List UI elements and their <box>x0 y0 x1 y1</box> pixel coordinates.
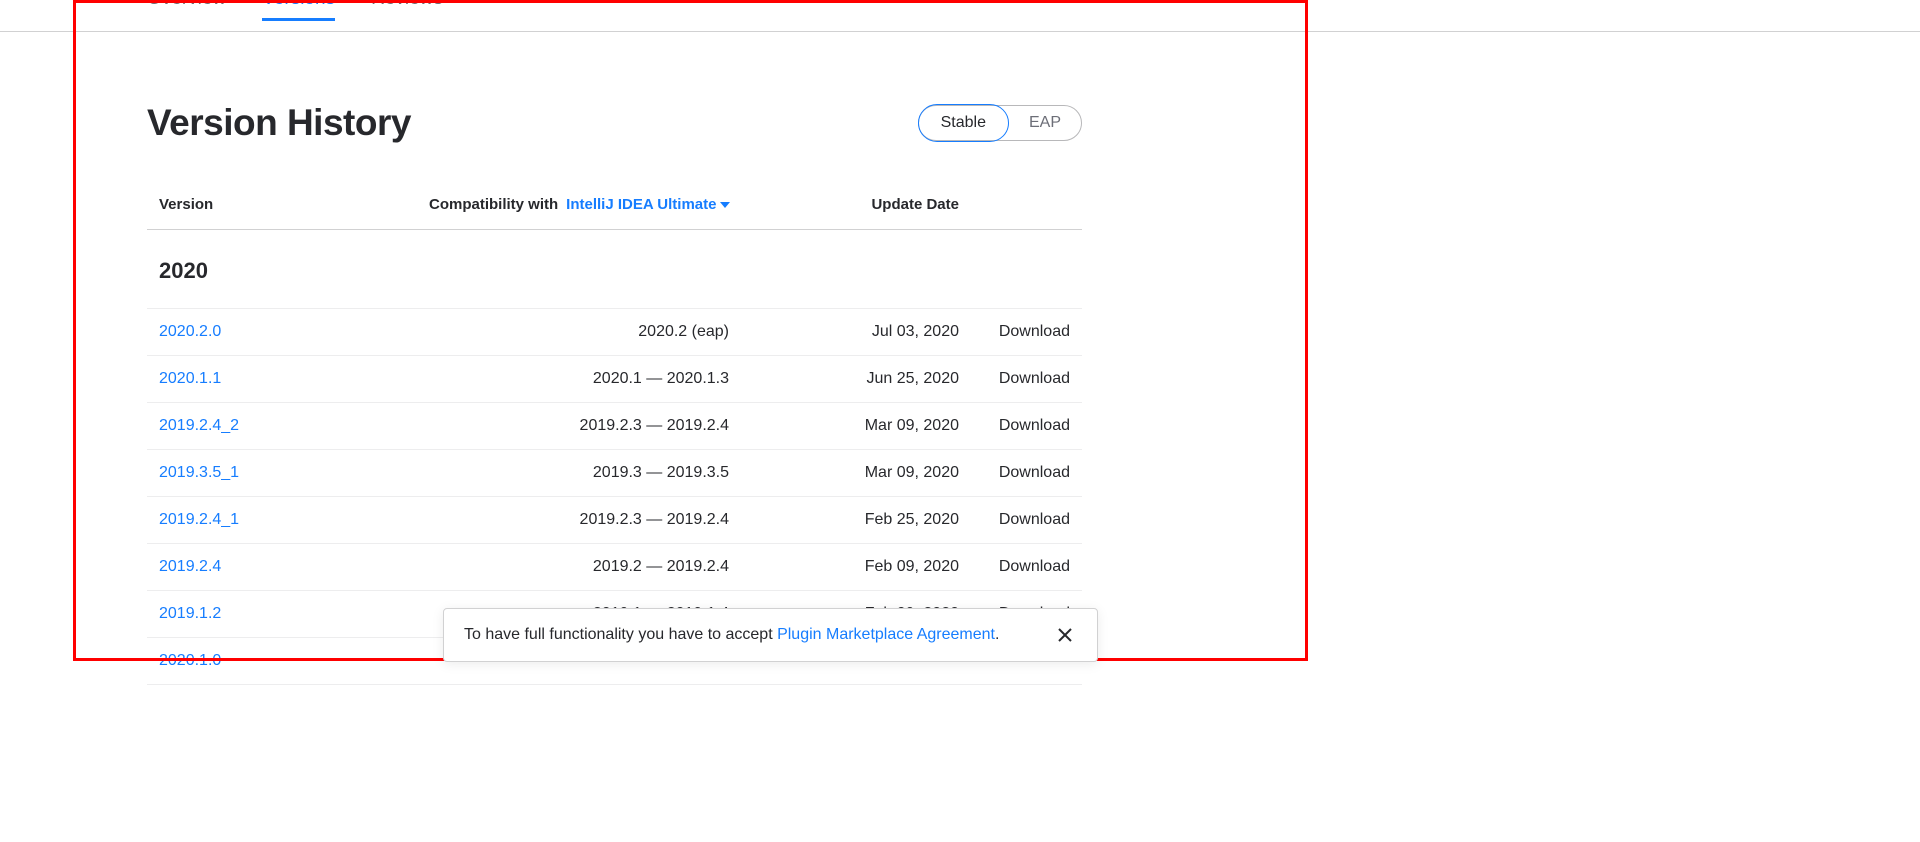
tabs: Overview Versions Reviews <box>0 0 1920 32</box>
table-row: 2019.2.4_2 2019.2.3 — 2019.2.4Mar 09, 202… <box>147 403 1082 450</box>
date-cell: Feb 25, 2020 <box>759 511 969 529</box>
table-row: 2019.3.5_1 2019.3 — 2019.3.5Mar 09, 2020 D… <box>147 450 1082 497</box>
compatibility-cell: 2019.2 — 2019.2.4 <box>429 558 759 576</box>
channel-toggle: Stable EAP <box>918 105 1082 141</box>
download-link[interactable]: Download <box>999 417 1070 434</box>
download-link[interactable]: Download <box>999 323 1070 340</box>
year-group: 2020 <box>147 230 1082 309</box>
page-title: Version History <box>147 102 411 144</box>
toggle-stable[interactable]: Stable <box>918 104 1009 142</box>
product-selector[interactable]: IntelliJ IDEA Ultimate <box>566 196 730 213</box>
version-link[interactable]: 2020.2.0 <box>159 323 221 340</box>
table-row: 2019.2.4 2019.2 — 2019.2.4Feb 09, 2020 Dow… <box>147 544 1082 591</box>
compatibility-cell: 2020.1 — 2020.1.3 <box>429 370 759 388</box>
download-link[interactable]: Download <box>999 558 1070 575</box>
compatibility-cell: 2020.2 (eap) <box>429 323 759 341</box>
banner-text-suffix: . <box>995 626 999 643</box>
date-cell: Mar 09, 2020 <box>759 464 969 482</box>
date-cell: Jul 03, 2020 <box>759 323 969 341</box>
tab-overview[interactable]: Overview <box>147 0 226 21</box>
th-compatibility: Compatibility with IntelliJ IDEA Ultimat… <box>429 196 759 213</box>
compatibility-cell: 2019.3 — 2019.3.5 <box>429 464 759 482</box>
close-icon[interactable] <box>1053 623 1077 647</box>
date-cell: Jun 25, 2020 <box>759 370 969 388</box>
banner-message: To have full functionality you have to a… <box>464 626 999 644</box>
tab-versions[interactable]: Versions <box>262 0 335 21</box>
th-version: Version <box>159 196 429 213</box>
download-link[interactable]: Download <box>999 464 1070 481</box>
version-link[interactable]: 2020.1.0 <box>159 652 221 669</box>
compatibility-cell: 2019.2.3 — 2019.2.4 <box>429 417 759 435</box>
date-cell: Feb 09, 2020 <box>759 558 969 576</box>
th-compat-prefix: Compatibility with <box>429 196 558 213</box>
date-cell: Mar 09, 2020 <box>759 417 969 435</box>
toggle-eap[interactable]: EAP <box>1009 105 1081 141</box>
table-row: 2020.2.0 2020.2 (eap)Jul 03, 2020 Download <box>147 309 1082 356</box>
version-link[interactable]: 2020.1.1 <box>159 370 221 387</box>
table-header: Version Compatibility with IntelliJ IDEA… <box>147 196 1082 230</box>
version-link[interactable]: 2019.2.4_2 <box>159 417 239 434</box>
version-link[interactable]: 2019.1.2 <box>159 605 221 622</box>
download-link[interactable]: Download <box>999 511 1070 528</box>
agreement-banner: To have full functionality you have to a… <box>443 608 1098 662</box>
compatibility-cell: 2019.2.3 — 2019.2.4 <box>429 511 759 529</box>
product-selector-label: IntelliJ IDEA Ultimate <box>566 196 716 213</box>
table-row: 2020.1.1 2020.1 — 2020.1.3Jun 25, 2020 Dow… <box>147 356 1082 403</box>
th-update-date: Update Date <box>759 196 969 213</box>
version-link[interactable]: 2019.2.4 <box>159 558 221 575</box>
tab-reviews[interactable]: Reviews <box>371 0 443 21</box>
version-link[interactable]: 2019.3.5_1 <box>159 464 239 481</box>
banner-text-prefix: To have full functionality you have to a… <box>464 626 777 643</box>
chevron-down-icon <box>720 202 730 208</box>
download-link[interactable]: Download <box>999 370 1070 387</box>
table-row: 2019.2.4_1 2019.2.3 — 2019.2.4Feb 25, 202… <box>147 497 1082 544</box>
version-link[interactable]: 2019.2.4_1 <box>159 511 239 528</box>
banner-link[interactable]: Plugin Marketplace Agreement <box>777 626 995 643</box>
